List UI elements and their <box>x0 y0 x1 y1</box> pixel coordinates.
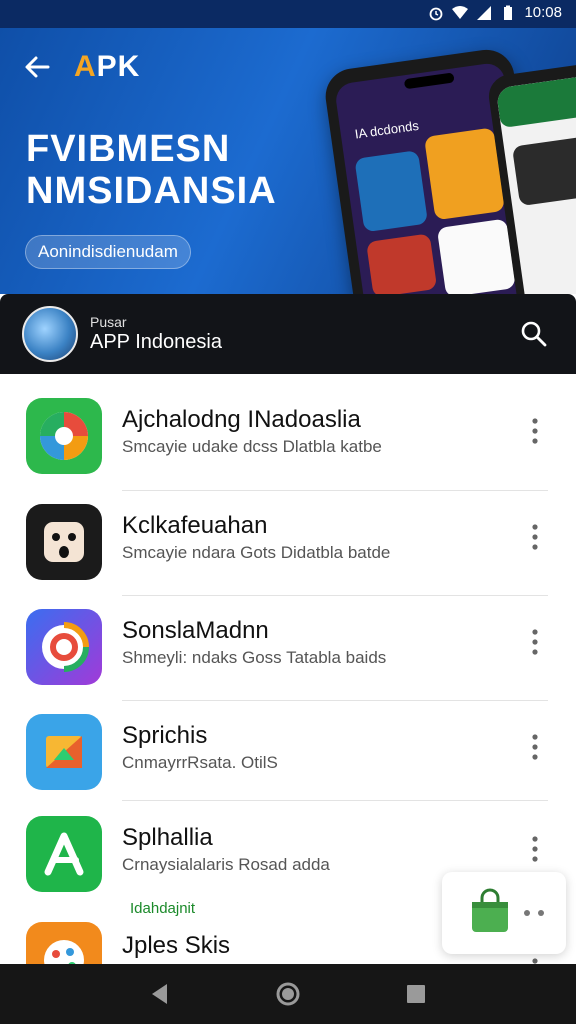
more-vert-icon[interactable] <box>532 418 538 444</box>
system-nav-bar <box>0 964 576 1024</box>
phone-tile <box>436 218 516 294</box>
swirl-icon <box>26 609 102 685</box>
home-circle-icon[interactable] <box>274 980 302 1008</box>
face-icon <box>26 504 102 580</box>
app-subtitle: Crnaysialalaris Rosad adda <box>122 855 330 874</box>
wifi-icon <box>452 5 469 19</box>
phone-tile <box>366 233 438 294</box>
back-arrow-icon[interactable] <box>22 52 52 82</box>
phone-tile <box>424 127 506 221</box>
more-vert-icon[interactable] <box>532 629 538 655</box>
app-subtitle: Shmeyli: ndaks Goss Tatabla baids <box>122 648 387 667</box>
install-tag: Idahdajnit <box>130 900 196 917</box>
floating-store-card[interactable] <box>442 872 566 954</box>
app-title: SonslaMadnn <box>122 617 269 644</box>
folder-icon <box>26 714 102 790</box>
app-title: Kclkafeuahan <box>122 512 268 539</box>
search-icon[interactable] <box>520 320 548 348</box>
phone-screen-title: IA dcdonds <box>353 117 420 142</box>
hero-banner: APK FVIBMESN NMSIDANSIA Aonindisdienudam… <box>0 28 576 294</box>
list-item[interactable]: Sprichis CnmayrrRsata. OtilS <box>0 690 576 794</box>
hero-title-line2: NMSIDANSIA <box>26 170 277 212</box>
app-title: Jples Skis <box>122 932 231 959</box>
recents-square-icon[interactable] <box>402 980 430 1008</box>
more-vert-icon[interactable] <box>532 524 538 550</box>
status-icons: 10:08 <box>428 4 562 21</box>
list-item[interactable]: Ajchalodng INadoaslia Smcayie udake dcss… <box>0 374 576 478</box>
apk-logo: APK <box>74 50 141 83</box>
app-header: Pusar APP Indonesia <box>0 294 576 374</box>
app-title: Ajchalodng INadoaslia <box>122 406 361 433</box>
more-horiz-icon[interactable] <box>522 909 548 917</box>
phone-tile <box>354 150 429 233</box>
shopping-bag-icon[interactable] <box>466 888 514 936</box>
alarm-icon <box>430 7 443 20</box>
list-item[interactable]: Kclkafeuahan Smcayie ndara Gots Didatbla… <box>0 480 576 584</box>
app-subtitle: Smcayie udake dcss Dlatbla katbe <box>122 437 382 456</box>
status-time: 10:08 <box>524 4 562 21</box>
app-title: Splhallia <box>122 824 213 851</box>
a-letter-icon <box>26 816 102 892</box>
more-vert-icon[interactable] <box>532 734 538 760</box>
phone-notch <box>403 72 455 90</box>
battery-icon <box>504 5 513 20</box>
avatar[interactable] <box>22 306 78 362</box>
colorful-flower-icon <box>26 398 102 474</box>
more-vert-icon[interactable] <box>532 836 538 862</box>
phone-tile <box>511 135 576 207</box>
list-item[interactable]: SonslaMadnn Shmeyli: ndaks Goss Tatabla … <box>0 585 576 689</box>
app-subtitle: CnmayrrRsata. OtilS <box>122 753 278 772</box>
app-title: Sprichis <box>122 722 208 749</box>
back-triangle-icon[interactable] <box>146 980 174 1008</box>
hero-pill-button[interactable]: Aonindisdienudam <box>25 235 191 269</box>
status-bar: 10:08 <box>0 0 576 28</box>
phone-tile <box>495 74 576 129</box>
header-subtitle: Pusar <box>90 314 127 330</box>
app-subtitle: Smcayie ndara Gots Didatbla batde <box>122 543 391 562</box>
palette-icon <box>26 922 102 964</box>
signal-icon <box>477 5 492 20</box>
header-title: APP Indonesia <box>90 331 222 353</box>
hero-title-line1: FVIBMESN <box>26 128 231 170</box>
